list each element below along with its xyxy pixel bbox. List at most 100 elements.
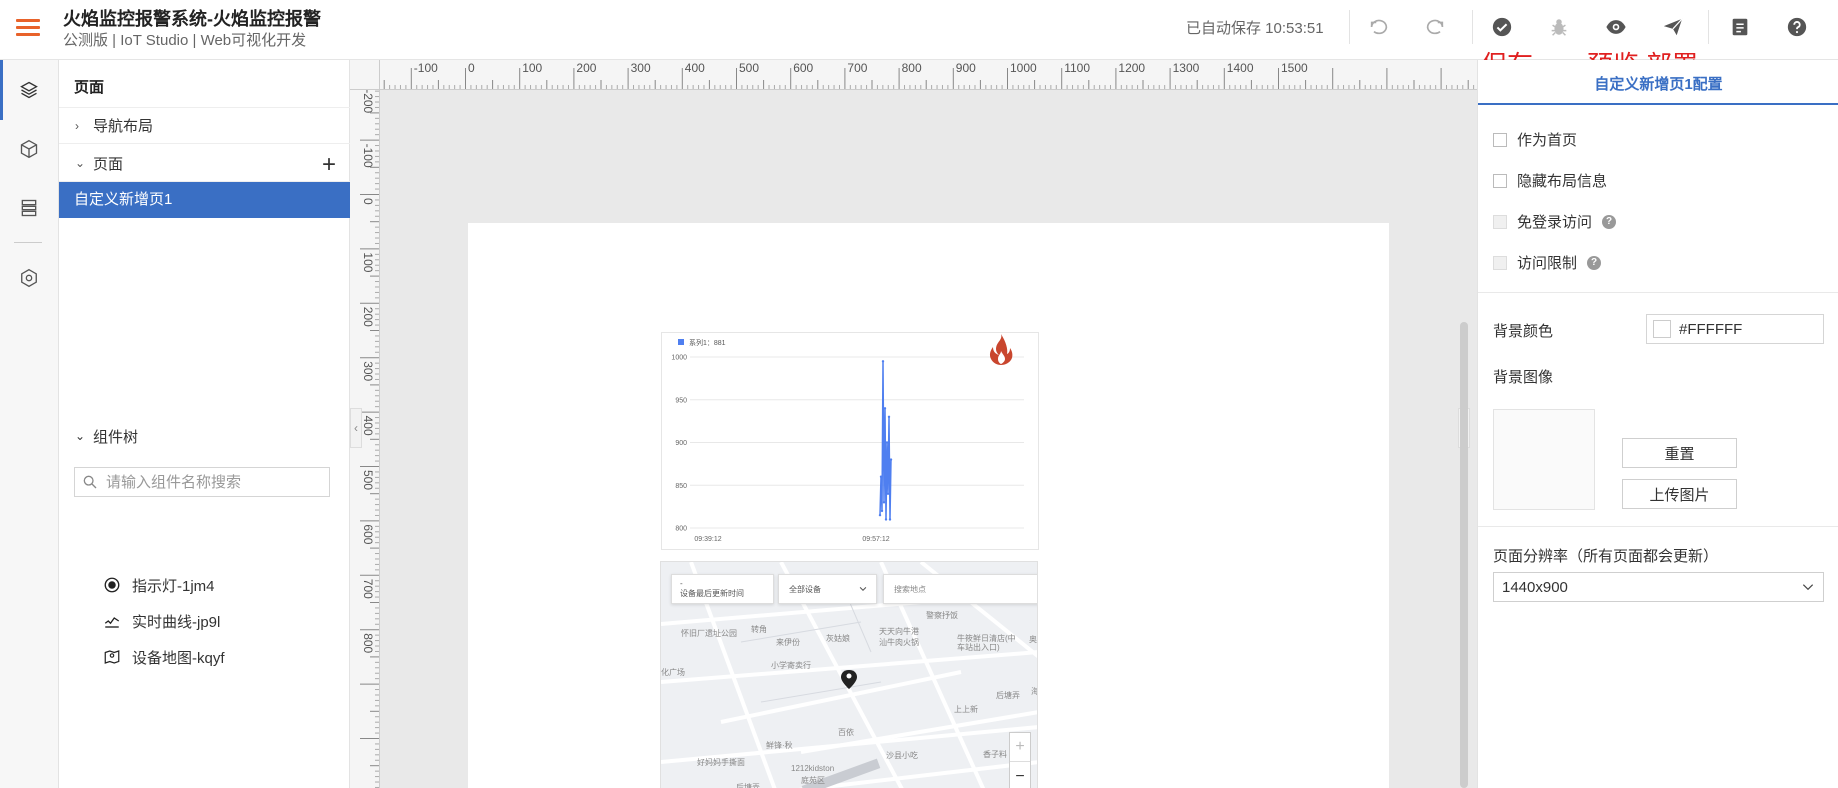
document-icon[interactable] bbox=[1727, 14, 1753, 40]
reset-button[interactable]: 重置 bbox=[1622, 438, 1737, 468]
map-place-label: 灰姑娘 bbox=[826, 634, 850, 643]
map-zoom-control: + − bbox=[1009, 732, 1031, 788]
right-panel: 自定义新增页1配置 作为首页 隐藏布局信息 免登录访问 ? 访问限制 ? 背景颜… bbox=[1477, 60, 1838, 788]
layout-list-icon[interactable] bbox=[14, 193, 44, 223]
data-point bbox=[887, 415, 891, 419]
realtime-curve-widget[interactable]: 系列1：881 1000 950 900 850 800 09:39:12 09:57:12 bbox=[661, 332, 1039, 550]
canvas-scrollbar[interactable] bbox=[1460, 322, 1468, 788]
tree-item-label: 实时曲线-jp9l bbox=[132, 613, 221, 631]
access-limit-label: 访问限制 bbox=[1517, 255, 1578, 272]
tree-item-realtime-curve[interactable]: 实时曲线-jp9l bbox=[103, 608, 220, 634]
place-search[interactable]: 搜索地点 bbox=[883, 574, 1037, 604]
active-indicator bbox=[0, 60, 3, 120]
redo-icon[interactable] bbox=[1422, 14, 1448, 40]
tree-item-indicator[interactable]: 指示灯-1jm4 bbox=[103, 572, 215, 598]
hide-layout-option[interactable]: 隐藏布局信息 bbox=[1493, 170, 1607, 191]
ruler-label: 1500 bbox=[1281, 61, 1308, 75]
help-icon[interactable] bbox=[1784, 14, 1810, 40]
component-search[interactable] bbox=[74, 467, 330, 497]
bg-color-field[interactable]: #FFFFFF bbox=[1646, 314, 1824, 344]
component-cube-icon[interactable] bbox=[14, 134, 44, 164]
resolution-select[interactable]: 1440x900 bbox=[1493, 572, 1824, 602]
data-point bbox=[880, 509, 884, 513]
map-place-label: 1212kidston bbox=[791, 764, 835, 773]
ruler-corner bbox=[350, 60, 380, 90]
help-question-icon[interactable]: ? bbox=[1587, 255, 1602, 270]
canvas-area[interactable]: -100 0 100 200 300 400 500 600 700 800 900 1000 1100… bbox=[350, 60, 1477, 788]
activity-bar bbox=[0, 60, 59, 788]
ruler-label: 1400 bbox=[1227, 61, 1254, 75]
collapse-left-handle[interactable]: ‹ bbox=[350, 408, 362, 448]
realtime-curve-icon bbox=[104, 617, 120, 628]
ruler-label: 1200 bbox=[1118, 61, 1145, 75]
debug-bug-icon[interactable] bbox=[1546, 14, 1572, 40]
map-place-label: 车站出入口) bbox=[957, 643, 1000, 652]
x-tick-label: 09:39:12 bbox=[694, 536, 721, 543]
add-page-icon[interactable]: + bbox=[322, 151, 336, 179]
flame-icon bbox=[989, 334, 1013, 365]
map-place-label: 天天向牛港 bbox=[879, 627, 919, 636]
save-check-icon[interactable] bbox=[1489, 14, 1515, 40]
device-select[interactable]: 全部设备 bbox=[778, 574, 877, 604]
data-point bbox=[886, 492, 890, 495]
map-place-label: 小学寄卖行 bbox=[771, 661, 811, 670]
no-login-option[interactable]: 免登录访问 ? bbox=[1493, 211, 1617, 232]
map-place-label: 鲜锋·秋 bbox=[766, 741, 793, 750]
access-limit-option[interactable]: 访问限制 ? bbox=[1493, 252, 1602, 273]
menu-icon[interactable] bbox=[16, 16, 40, 40]
map-place-label: 后塘弄 bbox=[996, 691, 1020, 700]
page-item-custom1[interactable]: 自定义新增页1 bbox=[59, 182, 350, 218]
zoom-in-button[interactable]: + bbox=[1010, 733, 1030, 762]
map-place-label: 香子料 bbox=[983, 750, 1007, 759]
bg-color-value: #FFFFFF bbox=[1679, 320, 1743, 338]
help-question-icon[interactable]: ? bbox=[1602, 214, 1617, 229]
bg-color-label: 背景颜色 bbox=[1493, 323, 1554, 340]
nav-layout-label: 导航布局 bbox=[93, 118, 154, 135]
top-header: 火焰监控报警系统-火焰监控报警 公测版 | IoT Studio | Web可视… bbox=[0, 0, 1838, 81]
ruler-label: -200 bbox=[361, 90, 375, 114]
homepage-option[interactable]: 作为首页 bbox=[1493, 129, 1577, 150]
nav-layout-row[interactable]: › 导航布局 bbox=[59, 107, 350, 144]
map-place-label: 警察抒饭 bbox=[926, 611, 958, 620]
data-point bbox=[885, 441, 889, 444]
horizontal-ruler: -100 0 100 200 300 400 500 600 700 800 900 1000 1100… bbox=[380, 60, 1477, 90]
ruler-label: 500 bbox=[739, 61, 759, 75]
settings-hex-icon[interactable] bbox=[14, 263, 44, 293]
component-search-input[interactable] bbox=[106, 473, 306, 491]
panel-title: 页面 bbox=[74, 79, 105, 96]
device-map-widget[interactable]: - 设备最后更新时间 全部设备 搜索地点 警察抒饭 怀旧厂遗址公园 转角 天天向牛港汕… bbox=[660, 561, 1038, 788]
map-place-label: 化广场 bbox=[661, 668, 685, 677]
activity-separator bbox=[14, 242, 42, 243]
time-field-value: - bbox=[680, 579, 683, 589]
place-search-placeholder: 搜索地点 bbox=[894, 584, 926, 594]
section-divider bbox=[1478, 292, 1838, 293]
data-point bbox=[878, 513, 882, 517]
section-divider bbox=[1478, 526, 1838, 527]
access-limit-checkbox[interactable] bbox=[1493, 255, 1507, 270]
y-tick-label: 900 bbox=[675, 440, 687, 447]
homepage-checkbox[interactable] bbox=[1493, 132, 1507, 147]
resolution-label: 页面分辨率（所有页面都会更新） bbox=[1493, 548, 1719, 565]
tree-item-label: 指示灯-1jm4 bbox=[132, 577, 215, 595]
pages-section-row[interactable]: ⌄ 页面 + bbox=[59, 145, 350, 182]
zoom-out-button[interactable]: − bbox=[1010, 762, 1030, 788]
preview-eye-icon[interactable] bbox=[1603, 14, 1629, 40]
component-tree-header[interactable]: ⌄ 组件树 bbox=[59, 418, 350, 454]
indicator-light-icon bbox=[104, 577, 120, 593]
tree-item-device-map[interactable]: 设备地图-kqyf bbox=[103, 644, 225, 670]
no-login-label: 免登录访问 bbox=[1517, 214, 1593, 231]
ruler-label: 300 bbox=[631, 61, 651, 75]
config-title: 自定义新增页1配置 bbox=[1594, 76, 1723, 93]
ruler-label: 1100 bbox=[1064, 61, 1090, 75]
device-select-value: 全部设备 bbox=[789, 584, 821, 594]
undo-icon[interactable] bbox=[1366, 14, 1392, 40]
pages-section-label: 页面 bbox=[93, 155, 124, 173]
horizontal-ruler-scale: -100 0 100 200 300 400 500 600 700 800 900 1000 1100… bbox=[383, 61, 1475, 89]
layers-icon[interactable] bbox=[14, 75, 44, 105]
hide-layout-checkbox[interactable] bbox=[1493, 173, 1507, 188]
time-field[interactable]: - 设备最后更新时间 bbox=[671, 574, 774, 604]
no-login-checkbox[interactable] bbox=[1493, 214, 1507, 229]
y-tick-label: 1000 bbox=[671, 355, 687, 362]
upload-image-button[interactable]: 上传图片 bbox=[1622, 479, 1737, 509]
deploy-send-icon[interactable] bbox=[1660, 14, 1686, 40]
